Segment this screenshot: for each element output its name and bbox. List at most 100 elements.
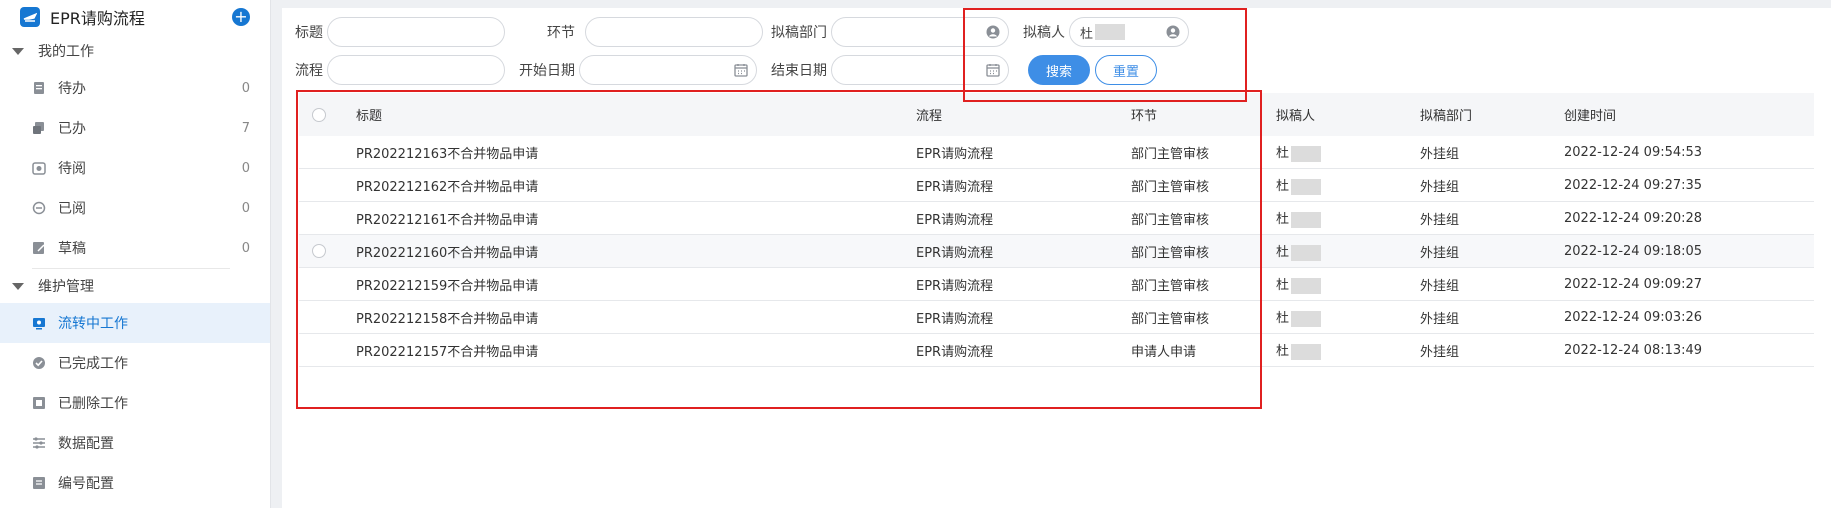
sidebar-item-label: 数据配置 xyxy=(58,436,114,452)
sidebar-item-todo[interactable]: 待办 0 xyxy=(0,68,270,108)
sidebar-item-completed[interactable]: 已完成工作 xyxy=(0,343,270,383)
row-step: 部门主管审核 xyxy=(1131,212,1210,228)
sidebar-item-label: 已完成工作 xyxy=(58,356,128,372)
row-author: 杜 xyxy=(1276,340,1420,360)
number-config-icon xyxy=(32,476,46,490)
step-input[interactable] xyxy=(585,17,763,47)
redacted-block xyxy=(1291,244,1322,261)
header-title[interactable]: 标题 xyxy=(339,105,916,124)
sidebar-item-to-read[interactable]: 待阅 0 xyxy=(0,148,270,188)
sidebar-item-read[interactable]: 已阅 0 xyxy=(0,188,270,228)
caret-down-icon xyxy=(12,282,24,290)
row-author: 杜 xyxy=(1276,274,1420,294)
user-icon[interactable] xyxy=(986,25,1000,39)
row-title[interactable]: PR202212160不合并物品申请 xyxy=(339,242,916,261)
row-author: 杜 xyxy=(1276,175,1420,195)
sidebar-item-label: 草稿 xyxy=(58,241,86,257)
row-title[interactable]: PR202212163不合并物品申请 xyxy=(339,143,916,162)
redacted-block xyxy=(1291,310,1322,327)
sidebar-item-label: 已删除工作 xyxy=(58,396,128,412)
user-icon[interactable] xyxy=(1166,25,1180,39)
sidebar-item-data-config[interactable]: 数据配置 xyxy=(0,423,270,463)
sidebar-item-done[interactable]: 已办 7 xyxy=(0,108,270,148)
reset-button[interactable]: 重置 xyxy=(1095,55,1157,85)
row-flow: EPR请购流程 xyxy=(916,212,994,228)
table-row[interactable]: PR202212158不合并物品申请 EPR请购流程 部门主管审核 杜 外挂组 … xyxy=(299,301,1814,334)
row-select-cell xyxy=(299,244,339,258)
calendar-icon[interactable] xyxy=(734,63,748,77)
calendar-icon[interactable] xyxy=(986,63,1000,77)
sidebar-item-count: 0 xyxy=(241,160,250,176)
filter-start-date: 开始日期 xyxy=(519,55,757,85)
select-all-cell xyxy=(299,107,339,122)
row-dept: 外挂组 xyxy=(1420,146,1460,162)
group-maintenance[interactable]: 维护管理 xyxy=(0,269,270,303)
redacted-block xyxy=(1291,178,1322,195)
author-name: 杜 xyxy=(1276,311,1290,327)
row-author: 杜 xyxy=(1276,307,1420,327)
author-value: 杜 xyxy=(1080,26,1094,42)
todo-icon xyxy=(32,81,46,95)
search-button[interactable]: 搜索 xyxy=(1028,55,1090,85)
header-dept[interactable]: 拟稿部门 xyxy=(1420,105,1564,124)
row-title[interactable]: PR202212158不合并物品申请 xyxy=(339,308,916,327)
sidebar-item-label: 已办 xyxy=(58,121,86,137)
header-author[interactable]: 拟稿人 xyxy=(1276,105,1420,124)
sidebar-item-number-config[interactable]: 编号配置 xyxy=(0,463,270,503)
redacted-block xyxy=(1291,145,1322,162)
header-flow[interactable]: 流程 xyxy=(916,105,1131,124)
title-label: 标题 xyxy=(295,25,323,41)
title-input[interactable] xyxy=(327,17,505,47)
table-row[interactable]: PR202212161不合并物品申请 EPR请购流程 部门主管审核 杜 外挂组 … xyxy=(299,202,1814,235)
select-all-radio[interactable] xyxy=(312,107,326,122)
filter-dept: 拟稿部门 xyxy=(771,17,1009,47)
header-step[interactable]: 环节 xyxy=(1131,105,1276,124)
start-date-input[interactable] xyxy=(579,55,757,85)
end-date-input[interactable] xyxy=(831,55,1009,85)
redacted-block xyxy=(1291,343,1322,360)
author-name: 杜 xyxy=(1276,278,1290,294)
row-dept: 外挂组 xyxy=(1420,311,1460,327)
author-input[interactable]: 杜 xyxy=(1069,17,1189,47)
header-time[interactable]: 创建时间 xyxy=(1564,105,1814,124)
sidebar-item-draft[interactable]: 草稿 0 xyxy=(0,228,270,268)
draft-icon xyxy=(32,241,46,255)
dept-input[interactable] xyxy=(831,17,1009,47)
row-dept: 外挂组 xyxy=(1420,344,1460,360)
row-title[interactable]: PR202212162不合并物品申请 xyxy=(339,176,916,195)
row-title[interactable]: PR202212157不合并物品申请 xyxy=(339,341,916,360)
table-row[interactable]: PR202212159不合并物品申请 EPR请购流程 部门主管审核 杜 外挂组 … xyxy=(299,268,1814,301)
table-row[interactable]: PR202212157不合并物品申请 EPR请购流程 申请人申请 杜 外挂组 2… xyxy=(299,334,1814,367)
flow-label: 流程 xyxy=(295,63,323,79)
table-row[interactable]: PR202212162不合并物品申请 EPR请购流程 部门主管审核 杜 外挂组 … xyxy=(299,169,1814,202)
sidebar-item-count: 0 xyxy=(241,80,250,96)
sidebar-item-label: 待阅 xyxy=(58,161,86,177)
row-author: 杜 xyxy=(1276,241,1420,261)
redacted-block xyxy=(1291,277,1322,294)
in-progress-icon xyxy=(32,316,46,330)
table-header: 标题 流程 环节 拟稿人 拟稿部门 创建时间 xyxy=(299,93,1814,136)
sidebar-item-in-progress[interactable]: 流转中工作 xyxy=(0,303,270,343)
row-dept: 外挂组 xyxy=(1420,278,1460,294)
row-title[interactable]: PR202212161不合并物品申请 xyxy=(339,209,916,228)
sidebar: EPR请购流程 + 我的工作 待办 0 已办 7 待阅 0 已阅 0 草稿 0 … xyxy=(0,0,271,508)
row-flow: EPR请购流程 xyxy=(916,179,994,195)
sidebar-item-count: 0 xyxy=(241,240,250,256)
add-icon[interactable]: + xyxy=(232,8,250,26)
plane-icon xyxy=(20,7,40,27)
row-time: 2022-12-24 09:03:26 xyxy=(1564,309,1703,325)
table-row[interactable]: PR202212160不合并物品申请 EPR请购流程 部门主管审核 杜 外挂组 … xyxy=(299,235,1814,268)
row-title[interactable]: PR202212159不合并物品申请 xyxy=(339,275,916,294)
row-flow: EPR请购流程 xyxy=(916,278,994,294)
deleted-icon xyxy=(32,396,46,410)
group-my-work[interactable]: 我的工作 xyxy=(0,34,270,68)
table-row[interactable]: PR202212163不合并物品申请 EPR请购流程 部门主管审核 杜 外挂组 … xyxy=(299,136,1814,169)
row-select-radio[interactable] xyxy=(312,244,326,258)
sidebar-item-deleted[interactable]: 已删除工作 xyxy=(0,383,270,423)
row-step: 部门主管审核 xyxy=(1131,278,1210,294)
flow-input[interactable] xyxy=(327,55,505,85)
row-time: 2022-12-24 08:13:49 xyxy=(1564,342,1703,358)
row-time: 2022-12-24 09:18:05 xyxy=(1564,243,1703,259)
caret-down-icon xyxy=(12,47,24,55)
dept-label: 拟稿部门 xyxy=(771,25,827,41)
